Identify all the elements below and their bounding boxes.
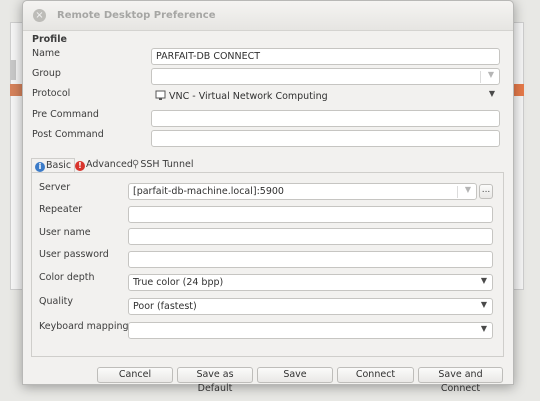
- browse-server-button[interactable]: ...: [479, 184, 493, 199]
- tab-ssh-tunnel[interactable]: ⚲SSH Tunnel: [129, 158, 196, 173]
- quality-value: Poor (fastest): [133, 301, 197, 312]
- chevron-down-icon: ▼: [480, 324, 487, 333]
- tab-basic-label: Basic: [46, 160, 72, 171]
- pre-command-input[interactable]: [151, 110, 500, 127]
- protocol-value: VNC - Virtual Network Computing: [169, 91, 328, 102]
- window-title: Remote Desktop Preference: [57, 10, 216, 21]
- repeater-label: Repeater: [39, 204, 83, 215]
- combo-separator: [480, 71, 481, 83]
- title-bar: × Remote Desktop Preference: [23, 1, 513, 31]
- cancel-button[interactable]: Cancel: [97, 367, 173, 383]
- name-label: Name: [32, 48, 61, 59]
- username-input[interactable]: [128, 228, 493, 245]
- tab-advanced[interactable]: ! Advanced: [72, 158, 136, 173]
- connect-button[interactable]: Connect: [337, 367, 414, 383]
- protocol-label: Protocol: [32, 88, 71, 99]
- chevron-down-icon: ▼: [488, 89, 495, 98]
- preference-dialog: × Remote Desktop Preference Profile Name…: [22, 0, 514, 394]
- chevron-down-icon: ▼: [464, 185, 471, 194]
- name-input[interactable]: PARFAIT-DB CONNECT: [151, 48, 500, 65]
- search-icon: ⚲: [132, 159, 140, 170]
- group-label: Group: [32, 68, 61, 79]
- chevron-down-icon: ▼: [480, 300, 487, 309]
- save-and-connect-button[interactable]: Save and Connect: [418, 367, 503, 394]
- password-label: User password: [39, 249, 109, 260]
- server-label: Server: [39, 182, 71, 193]
- keyboard-mapping-combo[interactable]: ▼: [128, 322, 493, 339]
- protocol-combo[interactable]: VNC - Virtual Network Computing ▼: [151, 88, 500, 105]
- combo-separator: [457, 186, 458, 198]
- color-depth-label: Color depth: [39, 272, 95, 283]
- repeater-input[interactable]: [128, 206, 493, 223]
- color-depth-combo[interactable]: True color (24 bpp) ▼: [128, 274, 493, 291]
- quality-combo[interactable]: Poor (fastest) ▼: [128, 298, 493, 315]
- group-combo[interactable]: ▼: [151, 68, 500, 85]
- save-button[interactable]: Save: [257, 367, 333, 383]
- chevron-down-icon: ▼: [480, 276, 487, 285]
- username-label: User name: [39, 227, 91, 238]
- tab-ssh-tunnel-label: SSH Tunnel: [140, 159, 194, 170]
- tab-advanced-label: Advanced: [86, 159, 133, 170]
- info-icon: i: [35, 162, 45, 172]
- background-window-edge: [10, 60, 16, 80]
- monitor-icon: [155, 90, 166, 104]
- keyboard-mapping-label: Keyboard mapping: [39, 321, 129, 332]
- alert-icon: !: [75, 161, 85, 171]
- profile-section-title: Profile: [32, 34, 67, 45]
- post-command-label: Post Command: [32, 129, 104, 140]
- close-icon[interactable]: ×: [33, 9, 46, 22]
- save-as-default-button[interactable]: Save as Default: [177, 367, 253, 394]
- quality-label: Quality: [39, 296, 73, 307]
- server-combo[interactable]: [parfait-db-machine.local]:5900 ▼: [128, 183, 477, 200]
- color-depth-value: True color (24 bpp): [133, 277, 224, 288]
- password-input[interactable]: [128, 251, 493, 268]
- pre-command-label: Pre Command: [32, 109, 99, 120]
- chevron-down-icon: ▼: [487, 70, 494, 79]
- post-command-input[interactable]: [151, 130, 500, 147]
- server-value: [parfait-db-machine.local]:5900: [133, 186, 284, 197]
